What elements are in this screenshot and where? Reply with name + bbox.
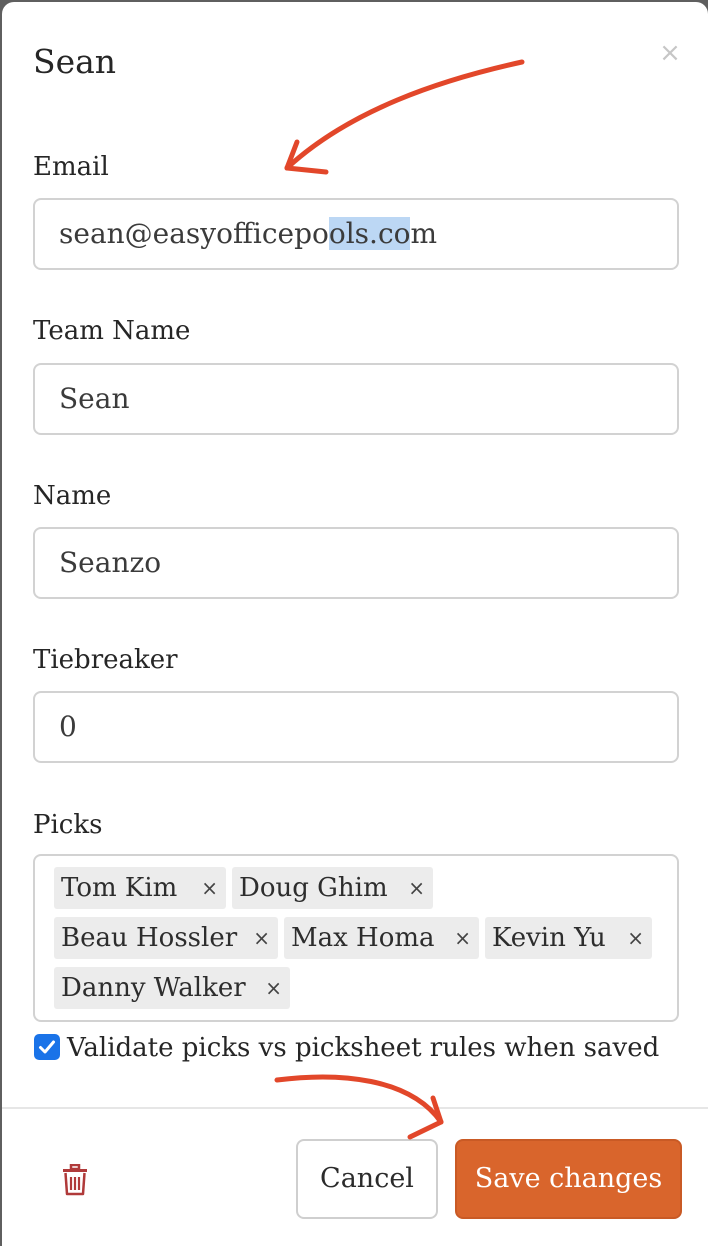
email-label: Email — [33, 152, 109, 182]
name-field[interactable]: Seanzo — [33, 527, 679, 599]
close-icon[interactable]: × — [656, 36, 684, 70]
cancel-button[interactable]: Cancel — [296, 1139, 438, 1219]
save-changes-button[interactable]: Save changes — [455, 1139, 682, 1219]
pick-tag[interactable]: Max Homa × — [284, 917, 479, 959]
pick-tag[interactable]: Kevin Yu × — [485, 917, 652, 959]
email-value-end: m — [410, 217, 438, 250]
email-field[interactable]: sean@easyofficepools.com — [33, 198, 679, 270]
edit-entry-modal: Sean × Email sean@easyofficepools.com Te… — [2, 2, 708, 1246]
team-name-label: Team Name — [33, 316, 191, 346]
pick-tag[interactable]: Danny Walker × — [54, 967, 290, 1009]
pick-tag-label: Kevin Yu — [492, 923, 606, 953]
modal-title: Sean — [33, 42, 117, 81]
remove-pick-icon[interactable]: × — [265, 967, 282, 1009]
remove-pick-icon[interactable]: × — [454, 917, 471, 959]
pick-tag-label: Doug Ghim — [239, 873, 388, 903]
picks-label: Picks — [33, 810, 103, 840]
pick-tag-label: Tom Kim — [61, 873, 178, 903]
pick-tag-label: Max Homa — [291, 923, 435, 953]
tiebreaker-field[interactable]: 0 — [33, 691, 679, 763]
pick-tag-label: Danny Walker — [61, 973, 246, 1003]
validate-picks-row: Validate picks vs picksheet rules when s… — [34, 1028, 674, 1068]
pick-tag[interactable]: Doug Ghim × — [232, 867, 433, 909]
pick-tag-label: Beau Hossler — [61, 923, 238, 953]
validate-picks-checkbox[interactable] — [34, 1034, 60, 1060]
name-label: Name — [33, 481, 112, 511]
tiebreaker-label: Tiebreaker — [33, 645, 178, 675]
email-value-start: sean@easyofficepo — [59, 217, 329, 250]
pick-tag[interactable]: Tom Kim × — [54, 867, 226, 909]
trash-icon[interactable] — [60, 1163, 90, 1196]
picks-select[interactable]: Tom Kim × Doug Ghim × Beau Hossler × Max… — [33, 854, 679, 1022]
remove-pick-icon[interactable]: × — [201, 867, 218, 909]
footer-divider — [2, 1107, 708, 1109]
pick-tag[interactable]: Beau Hossler × — [54, 917, 278, 959]
remove-pick-icon[interactable]: × — [627, 917, 644, 959]
remove-pick-icon[interactable]: × — [253, 917, 270, 959]
checkmark-icon — [39, 1040, 55, 1054]
team-name-field[interactable]: Sean — [33, 363, 679, 435]
validate-picks-label: Validate picks vs picksheet rules when s… — [67, 1033, 660, 1063]
remove-pick-icon[interactable]: × — [408, 867, 425, 909]
email-value-selection: ols.co — [328, 217, 411, 250]
